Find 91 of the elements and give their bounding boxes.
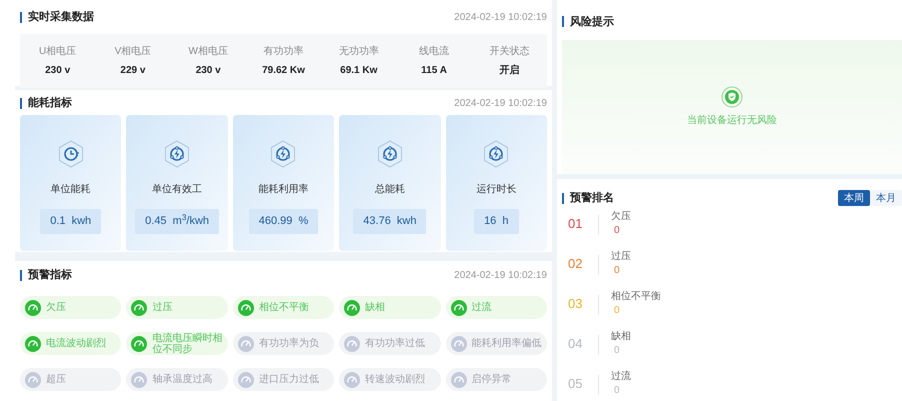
warning-name: 相位不平衡	[611, 291, 661, 303]
rank-number: 02	[568, 255, 584, 274]
field-label: 无功功率	[338, 44, 379, 59]
field-value: 229 v	[120, 64, 146, 78]
field-label: V相电压	[114, 44, 152, 59]
metric-value: 460.99 %	[248, 209, 318, 234]
field-label: U相电压	[39, 44, 76, 59]
lightning-icon	[269, 140, 298, 168]
metric-value: 16 h	[474, 209, 519, 234]
warning-label: 缺相	[365, 302, 386, 313]
gauge-icon	[344, 336, 360, 352]
field-value: 开启	[499, 63, 520, 78]
period-tab[interactable]: 本周	[838, 190, 870, 206]
clock-icon	[56, 140, 85, 168]
metric-value: 43.76 kwh	[353, 209, 426, 234]
warning-count: 0	[613, 265, 621, 277]
warning-label: 电流电压瞬时相位不同步	[152, 332, 224, 354]
field-value: 79.62 Kw	[262, 64, 305, 78]
gauge-icon	[25, 300, 41, 316]
gauge-icon	[344, 372, 360, 388]
lightning-icon	[482, 140, 510, 168]
warning-name: 欠压	[611, 211, 631, 223]
timestamp: 2024-02-19 10:02:19	[454, 10, 547, 24]
gauge-icon	[450, 372, 467, 388]
field-value: 69.1 Kw	[340, 64, 378, 78]
gauge-icon	[238, 336, 254, 352]
field-label: W相电压	[188, 44, 228, 59]
gauge-icon	[238, 372, 254, 388]
metric-label: 能耗利用率	[258, 182, 308, 197]
warning-count: 0	[613, 225, 621, 237]
metric-value: 0.45 m$^{3}$/kwh	[135, 209, 220, 234]
timestamp: 2024-02-19 10:02:19	[454, 96, 547, 110]
warning-label: 相位不平衡	[258, 302, 309, 313]
warning-name: 过压	[611, 251, 631, 263]
warning-label: 过流	[472, 302, 492, 313]
section-title: 预警指标	[28, 268, 72, 283]
metric-label: 单位有效工	[152, 182, 202, 197]
title-bar-marker	[20, 270, 22, 280]
metric-label: 单位能耗	[50, 182, 91, 197]
shield-icon	[721, 86, 743, 108]
gauge-icon	[131, 300, 148, 316]
gauge-icon	[131, 336, 148, 352]
metric-label: 总能耗	[374, 182, 405, 197]
section-title: 预警排名	[570, 190, 614, 206]
warning-count: 0	[613, 345, 621, 357]
title-bar-marker	[562, 192, 564, 204]
metric-label: 运行时长	[476, 182, 516, 197]
rank-number: 05	[568, 375, 584, 394]
status-message: 当前设备运行无风险	[687, 114, 777, 128]
rank-number: 01	[568, 215, 584, 234]
warning-label: 能耗利用率偏低	[472, 338, 542, 349]
gauge-icon	[131, 372, 148, 388]
title-bar-marker	[20, 12, 22, 22]
title-bar-marker	[562, 16, 564, 28]
gauge-icon	[25, 372, 41, 388]
rank-number: 04	[568, 335, 584, 354]
rank-number: 03	[568, 295, 584, 314]
section-title: 风险提示	[570, 14, 614, 30]
metric-value: 0.1 kwh	[40, 209, 102, 234]
lightning-icon	[163, 140, 192, 168]
field-value: 230 v	[45, 64, 70, 78]
warning-label: 过压	[152, 302, 172, 313]
field-value: 115 A	[421, 64, 447, 78]
gauge-icon	[344, 300, 360, 316]
gauge-icon	[238, 300, 254, 316]
lightning-icon	[376, 140, 404, 168]
section-title: 实时采集数据	[28, 10, 94, 25]
warning-label: 轴承温度过高	[152, 374, 212, 385]
warning-label: 电流波动剧烈	[46, 338, 106, 349]
warning-name: 过流	[611, 371, 631, 383]
warning-label: 转速波动剧烈	[365, 374, 426, 385]
warning-label: 进口压力过低	[258, 374, 319, 385]
section-title: 能耗指标	[28, 96, 72, 111]
gauge-icon	[450, 300, 467, 316]
field-label: 开关状态	[489, 44, 530, 59]
warning-label: 启停异常	[472, 374, 512, 385]
warning-label: 超压	[46, 374, 66, 385]
warning-label: 有功功率过低	[365, 338, 426, 349]
field-value: 230 v	[196, 64, 221, 78]
warning-count: 0	[613, 385, 621, 397]
warning-label: 有功功率为负	[258, 338, 319, 349]
warning-name: 缺相	[611, 331, 631, 343]
warning-count: 0	[613, 305, 621, 317]
gauge-icon	[450, 336, 467, 352]
field-label: 线电流	[419, 44, 450, 59]
field-label: 有功功率	[263, 44, 304, 59]
period-tab[interactable]: 本月	[870, 190, 902, 206]
warning-label: 欠压	[46, 302, 66, 313]
title-bar-marker	[20, 98, 22, 108]
gauge-icon	[25, 336, 41, 352]
timestamp: 2024-02-19 10:02:19	[454, 268, 547, 282]
